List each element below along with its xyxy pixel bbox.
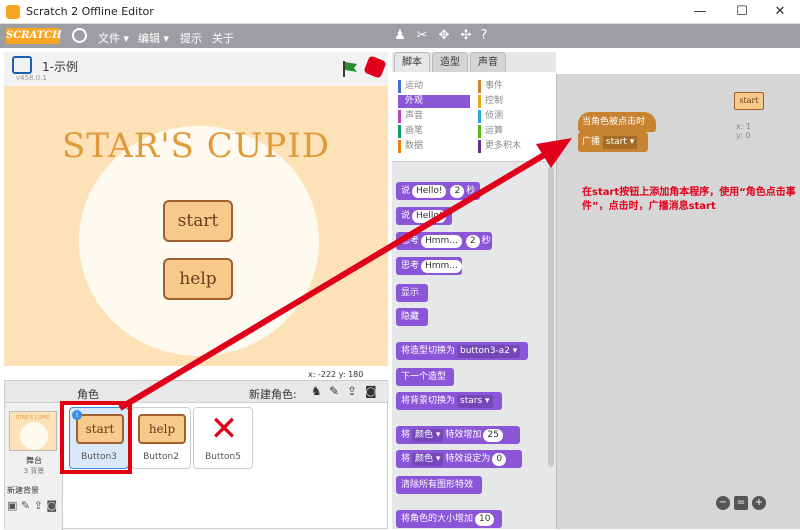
annotation-arrow bbox=[118, 138, 572, 411]
